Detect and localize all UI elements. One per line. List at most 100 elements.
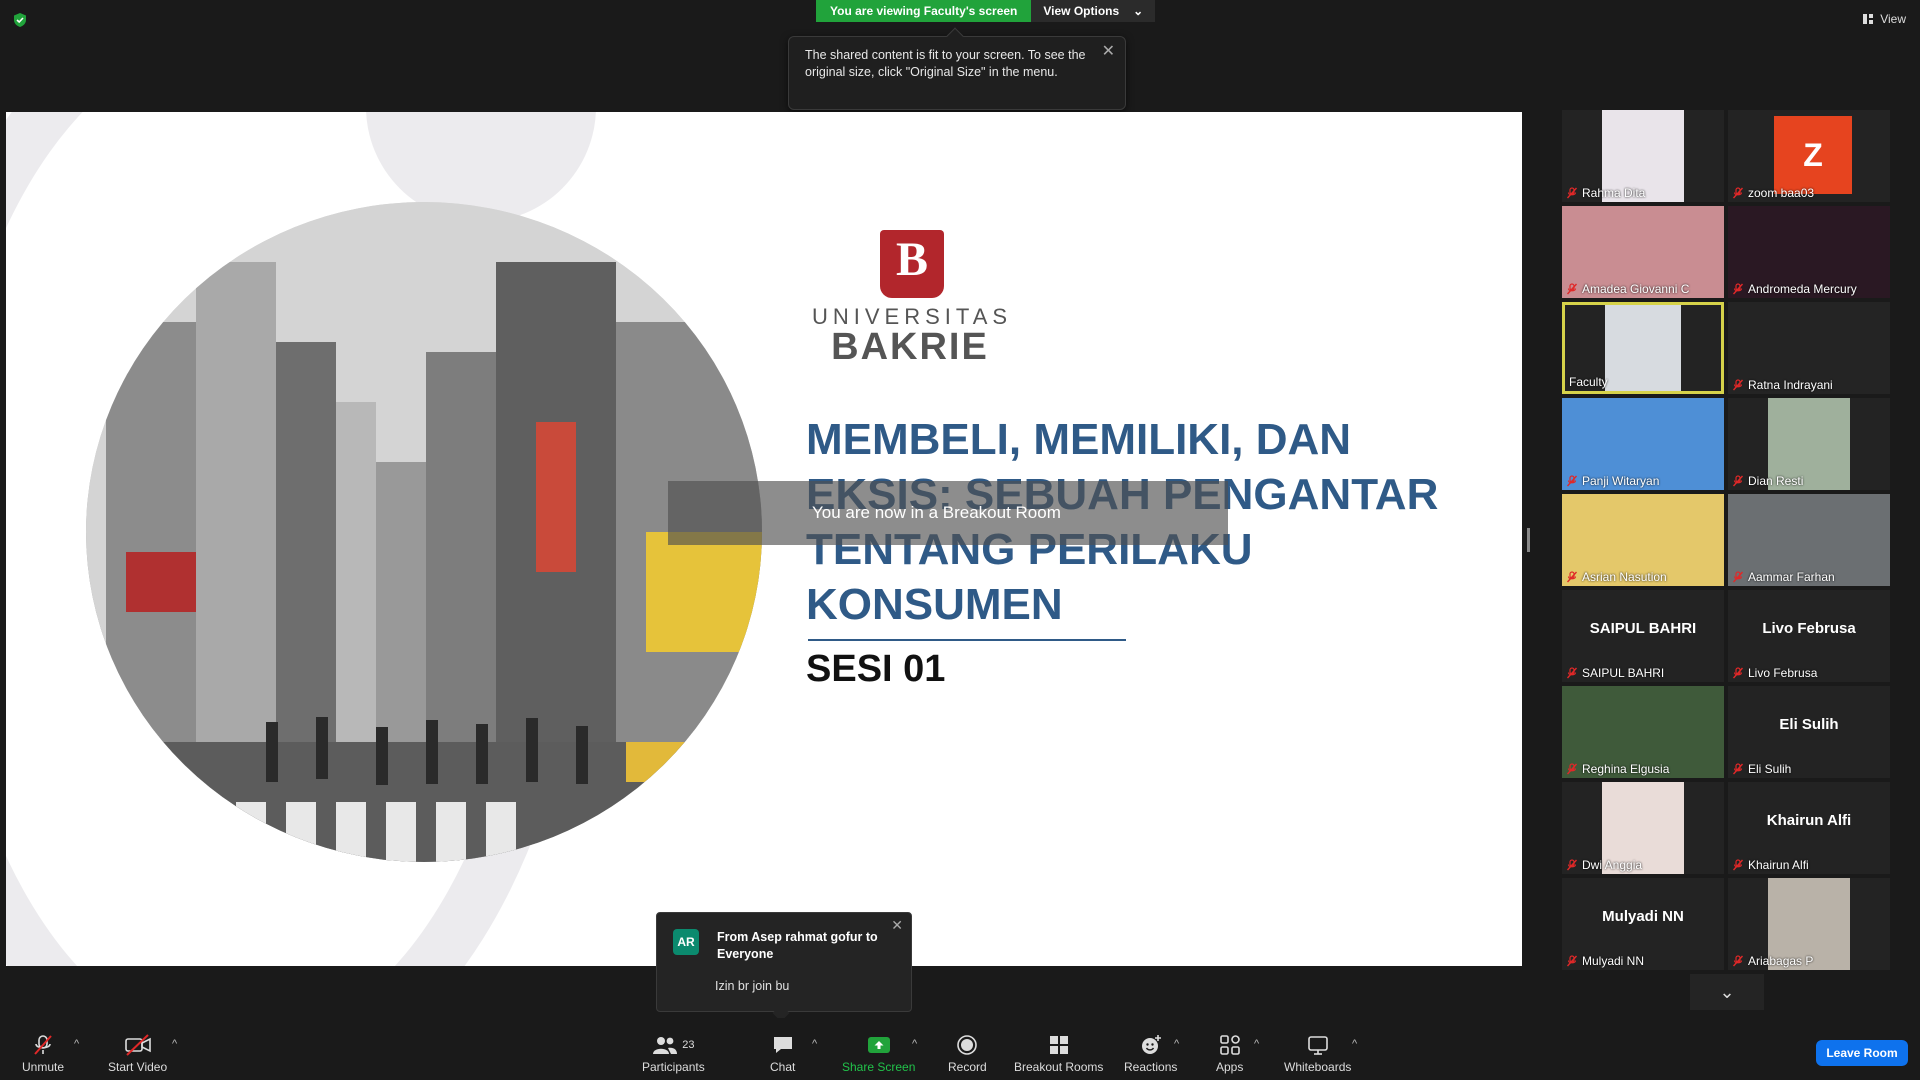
avatar: Z (1774, 116, 1852, 194)
participant-name-text: Rahma Dita (1582, 186, 1646, 200)
participant-name: Panji Witaryan (1566, 474, 1659, 488)
participant-name-text: Faculty (1569, 375, 1608, 389)
participant-tile[interactable]: Aammar Farhan (1728, 494, 1890, 586)
participant-name: Asrian Nasution (1566, 570, 1667, 584)
video-options-caret[interactable]: ^ (172, 1038, 177, 1050)
start-video-label: Start Video (108, 1060, 168, 1074)
participant-tile[interactable]: Eli Sulih Eli Sulih (1728, 686, 1890, 778)
participant-name-text: Reghina Elgusia (1582, 762, 1670, 776)
chevron-down-icon: ⌄ (1719, 982, 1735, 1002)
participant-name-text: Eli Sulih (1748, 762, 1792, 776)
unmute-button[interactable]: Unmute (22, 1032, 64, 1076)
participant-name-text: Amadea Giovanni C (1582, 282, 1690, 296)
grid-view-icon (1863, 14, 1874, 24)
apps-button[interactable]: Apps (1216, 1032, 1243, 1076)
reactions-options-caret[interactable]: ^ (1174, 1038, 1179, 1050)
breakout-rooms-label: Breakout Rooms (1014, 1060, 1104, 1074)
screen-share-banner: You are viewing Faculty's screen View Op… (816, 0, 1156, 22)
close-icon[interactable]: ✕ (891, 917, 903, 934)
participant-display-name: Livo Februsa (1762, 620, 1856, 637)
participant-tile[interactable]: Ariabagas P (1728, 878, 1890, 970)
whiteboards-options-caret[interactable]: ^ (1352, 1038, 1357, 1050)
participant-tile[interactable]: Reghina Elgusia (1562, 686, 1724, 778)
participant-tile[interactable]: Khairun Alfi Khairun Alfi (1728, 782, 1890, 874)
leave-room-button[interactable]: Leave Room (1816, 1040, 1908, 1066)
chat-options-caret[interactable]: ^ (812, 1038, 817, 1050)
participant-name-text: Mulyadi NN (1582, 954, 1645, 968)
chevron-down-icon: ⌄ (1133, 4, 1144, 18)
logo-bakrie: BAKRIE (831, 326, 989, 368)
participant-name-text: Ariabagas P (1748, 954, 1814, 968)
participant-name-text: Khairun Alfi (1748, 858, 1809, 872)
participant-tile[interactable]: Rahma Dita (1562, 110, 1724, 202)
reactions-button[interactable]: Reactions (1124, 1032, 1177, 1076)
unmute-label: Unmute (22, 1060, 65, 1074)
shield-icon[interactable] (12, 12, 28, 28)
participant-tile[interactable]: Panji Witaryan (1562, 398, 1724, 490)
participants-label: Participants (642, 1060, 705, 1074)
mic-muted-icon (1732, 379, 1744, 391)
participant-tile[interactable]: Andromeda Mercury (1728, 206, 1890, 298)
share-screen-button[interactable]: Share Screen (842, 1032, 915, 1076)
participant-name: Livo Februsa (1732, 666, 1817, 680)
university-logo: B UNIVERSITAS BAKRIE (812, 230, 1008, 380)
record-label: Record (948, 1060, 987, 1074)
chat-message: Izin br join bu (715, 979, 790, 993)
gallery-resize-handle[interactable] (1527, 528, 1530, 552)
participant-tile[interactable]: Asrian Nasution (1562, 494, 1724, 586)
mic-muted-icon (1566, 955, 1578, 967)
title-divider (808, 639, 1126, 641)
mic-muted-icon (1732, 955, 1744, 967)
gallery-scroll-down-button[interactable]: ⌄ (1690, 974, 1764, 1010)
participant-name: Aammar Farhan (1732, 570, 1835, 584)
view-button[interactable]: View (1862, 12, 1906, 26)
participant-tile[interactable]: Faculty (1562, 302, 1724, 394)
participant-name-text: Dian Resti (1748, 474, 1804, 488)
audio-options-caret[interactable]: ^ (74, 1038, 79, 1050)
participant-tile[interactable]: Amadea Giovanni C (1562, 206, 1724, 298)
logo-letter: B (895, 233, 928, 286)
participant-name: SAIPUL BAHRI (1566, 666, 1664, 680)
participant-tile[interactable]: Dian Resti (1728, 398, 1890, 490)
shared-screen: B UNIVERSITAS BAKRIE MEMBELI, MEMILIKI, … (6, 112, 1522, 966)
avatar: AR (673, 929, 699, 955)
participant-tile[interactable]: Zzoom baa03 (1728, 110, 1890, 202)
participant-name-text: SAIPUL BAHRI (1582, 666, 1665, 680)
participant-name-text: Asrian Nasution (1582, 570, 1667, 584)
mic-muted-icon (1732, 763, 1744, 775)
participant-tile[interactable]: Dwi Anggia (1562, 782, 1724, 874)
participant-name-text: Aammar Farhan (1748, 570, 1835, 584)
participant-name: Rahma Dita (1566, 186, 1645, 200)
share-options-caret[interactable]: ^ (912, 1038, 917, 1050)
mic-muted-icon (1566, 283, 1578, 295)
chat-notification[interactable]: AR From Asep rahmat gofur to Everyone Iz… (656, 912, 912, 1022)
chat-button[interactable]: Chat (770, 1032, 795, 1076)
whiteboards-button[interactable]: Whiteboards (1284, 1032, 1351, 1076)
participant-name: Dian Resti (1732, 474, 1803, 488)
participant-name: Reghina Elgusia (1566, 762, 1669, 776)
breakout-rooms-button[interactable]: Breakout Rooms (1014, 1032, 1103, 1076)
mic-muted-icon (1566, 667, 1578, 679)
close-icon[interactable]: ✕ (1102, 43, 1115, 60)
apps-options-caret[interactable]: ^ (1254, 1038, 1259, 1050)
participant-display-name: Khairun Alfi (1766, 812, 1852, 829)
breakout-room-notice: You are now in a Breakout Room (668, 481, 1228, 545)
reactions-label: Reactions (1124, 1060, 1178, 1074)
participant-tile[interactable]: Mulyadi NN Mulyadi NN (1562, 878, 1724, 970)
tooltip-arrow (946, 27, 964, 45)
participant-tile[interactable]: Livo Februsa Livo Februsa (1728, 590, 1890, 682)
mic-muted-icon (1732, 475, 1744, 487)
fit-screen-tooltip: The shared content is fit to your screen… (788, 27, 1126, 110)
participant-name: Ariabagas P (1732, 954, 1813, 968)
participant-video (1605, 305, 1681, 391)
participants-button[interactable]: 23 Participants (642, 1032, 705, 1076)
start-video-button[interactable]: Start Video (108, 1032, 167, 1076)
participant-name-text: Livo Februsa (1748, 666, 1818, 680)
participant-display-name: SAIPUL BAHRI (1589, 620, 1697, 637)
view-options-button[interactable]: View Options ⌄ (1031, 0, 1156, 22)
participant-tile[interactable]: SAIPUL BAHRI SAIPUL BAHRI (1562, 590, 1724, 682)
record-button[interactable]: Record (948, 1032, 987, 1076)
participant-tile[interactable]: Ratna Indrayani (1728, 302, 1890, 394)
participant-name: Ratna Indrayani (1732, 378, 1833, 392)
city-photo (86, 202, 762, 862)
